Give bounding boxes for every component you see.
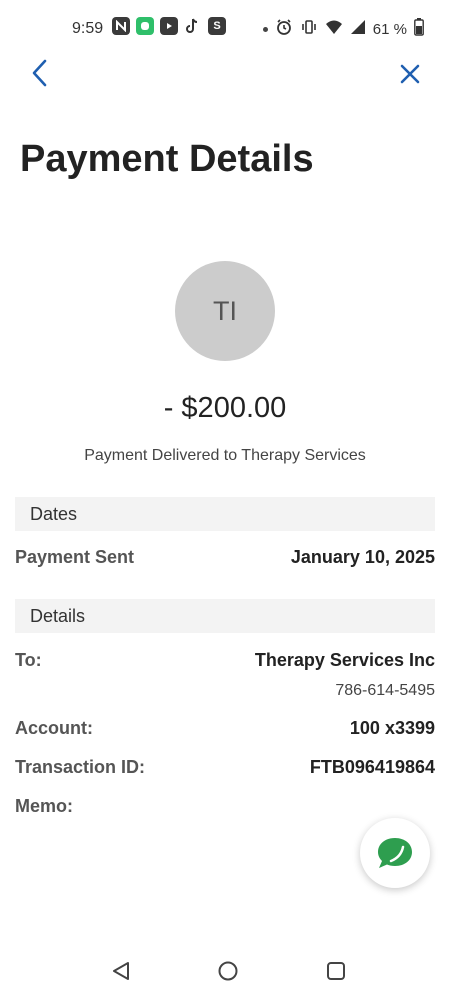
notification-icons: S: [112, 17, 226, 35]
nav-back-icon: [113, 962, 129, 980]
to-value: Therapy Services Inc: [254, 650, 435, 670]
close-icon: [400, 64, 420, 84]
account-label: Account:: [15, 718, 93, 738]
battery-percent: 61 %: [372, 21, 407, 38]
system-status-icons: 61 %: [262, 18, 424, 41]
close-button[interactable]: [396, 60, 424, 88]
nav-back-button[interactable]: [106, 956, 136, 986]
payment-details-screen: 9:59 S 61 % Payment Details TI - $200.00…: [0, 0, 450, 1000]
back-button[interactable]: [26, 56, 56, 90]
transaction-id-value: FTB096419864: [309, 757, 435, 777]
youtube-icon: [160, 17, 178, 35]
nav-home-button[interactable]: [213, 956, 243, 986]
battery-icon: [414, 18, 424, 41]
details-section-header: Details: [15, 599, 435, 633]
chevron-left-icon: [32, 59, 47, 87]
chat-app-notification-icon: [136, 17, 154, 35]
system-navigation-bar: [0, 956, 450, 990]
tiktok-icon: [184, 17, 202, 35]
status-bar: 9:59 S 61 %: [0, 14, 450, 44]
transaction-id-label: Transaction ID:: [15, 757, 146, 777]
payment-sent-value: January 10, 2025: [290, 547, 435, 567]
chat-bubble-icon: [378, 838, 412, 868]
payment-sent-label: Payment Sent: [15, 547, 135, 567]
dates-section-header: Dates: [15, 497, 435, 531]
notification-dot-icon: [262, 27, 268, 32]
to-label: To:: [15, 650, 42, 670]
nav-recents-button[interactable]: [321, 956, 351, 986]
payment-status: Payment Delivered to Therapy Services: [84, 447, 366, 464]
s-app-icon: S: [208, 17, 226, 35]
account-value: 100 x3399: [349, 718, 435, 738]
alarm-icon: [275, 18, 293, 41]
payment-amount: - $200.00: [163, 392, 287, 424]
nav-recents-icon: [327, 962, 345, 980]
to-phone: 786-614-5495: [335, 682, 435, 699]
chat-button[interactable]: [360, 818, 430, 888]
nav-home-icon: [218, 961, 238, 981]
status-time: 9:59: [72, 20, 104, 37]
app-notification-icon: [112, 17, 130, 35]
payee-avatar: TI: [175, 261, 275, 361]
wifi-icon: [325, 19, 343, 40]
vibrate-icon: [300, 18, 318, 41]
page-title: Payment Details: [20, 138, 314, 180]
signal-icon: [350, 19, 366, 40]
memo-label: Memo:: [15, 796, 73, 816]
